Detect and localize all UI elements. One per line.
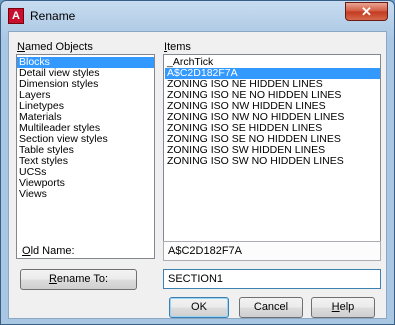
title-bar[interactable]: A Rename ✕: [1, 1, 394, 31]
rename-to-button[interactable]: Rename To:: [20, 269, 137, 290]
list-item[interactable]: ZONING ISO SW NO HIDDEN LINES: [165, 156, 380, 167]
ok-button[interactable]: OK: [169, 297, 229, 318]
close-icon: ✕: [361, 4, 372, 19]
close-button[interactable]: ✕: [345, 2, 388, 21]
old-name-field[interactable]: A$C2D182F7A: [163, 241, 381, 261]
items-label: Items: [164, 41, 191, 53]
rename-dialog: A Rename ✕ Named Objects Blocks Detail vi…: [0, 0, 395, 325]
items-list[interactable]: _ArchTick A$C2D182F7A ZONING ISO NE HIDDEN…: [163, 54, 381, 259]
old-name-label: Old Name:: [22, 245, 75, 257]
named-objects-label: Named Objects: [17, 41, 93, 53]
cancel-button[interactable]: Cancel: [239, 297, 303, 318]
named-objects-list[interactable]: Blocks Detail view styles Dimension styles…: [16, 54, 155, 259]
dialog-body: Named Objects Blocks Detail view styles Di…: [8, 31, 387, 319]
window-title: Rename: [30, 9, 76, 23]
help-button[interactable]: Help: [311, 297, 375, 318]
autocad-app-icon: A: [8, 8, 24, 24]
rename-to-field[interactable]: SECTION1: [163, 269, 381, 289]
list-item[interactable]: Views: [17, 189, 154, 200]
